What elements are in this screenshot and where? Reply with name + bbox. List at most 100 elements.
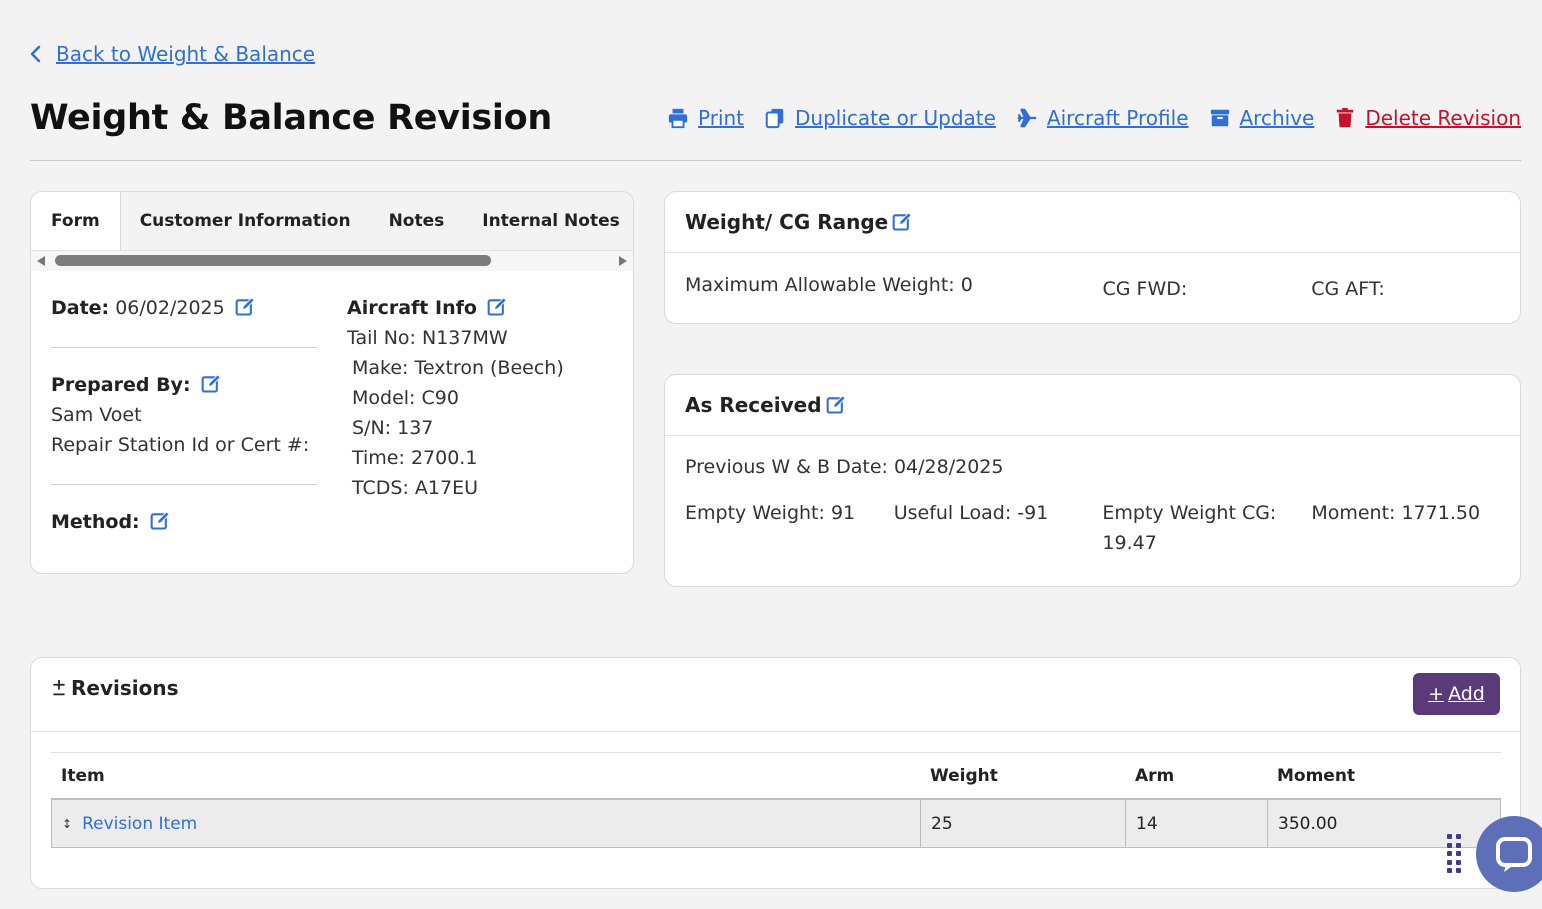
prepared-by-field: Prepared By: [51, 370, 317, 400]
edit-icon[interactable] [826, 395, 846, 415]
aircraft-profile-button[interactable]: Aircraft Profile [1016, 106, 1189, 130]
edit-icon[interactable] [892, 212, 912, 232]
tab-bar: Form Customer Information Notes Internal… [31, 192, 633, 251]
received-values-row: Empty Weight: 91 Useful Load: -91 Empty … [665, 478, 1520, 558]
plus-icon: + [1428, 683, 1445, 705]
prepared-by-label: Prepared By: [51, 374, 191, 396]
edit-icon[interactable] [201, 374, 221, 394]
column-header-weight[interactable]: Weight [920, 766, 1125, 786]
revisions-card: Revisions + Add Item Weight Arm Moment ↕… [30, 657, 1521, 889]
duplicate-button[interactable]: Duplicate or Update [764, 106, 996, 130]
tab-customer-information[interactable]: Customer Information [121, 192, 370, 250]
column-header-moment[interactable]: Moment [1267, 766, 1501, 786]
cg-fwd: CG FWD: [1102, 278, 1188, 300]
plus-minus-icon [53, 680, 65, 696]
received-moment: Moment: 1771.50 [1311, 502, 1481, 524]
cg-aft: CG AFT: [1311, 278, 1385, 300]
scrollbar-thumb[interactable] [55, 255, 491, 266]
empty-weight-cg: Empty Weight CG: 19.47 [1102, 502, 1277, 554]
archive-label: Archive [1239, 106, 1315, 130]
action-bar: Print Duplicate or Update Aircraft Profi… [667, 106, 1521, 130]
drag-handle-icon[interactable]: ↕ [62, 817, 72, 831]
print-button[interactable]: Print [667, 106, 744, 130]
header-divider [30, 160, 1521, 161]
add-label: Add [1448, 683, 1485, 705]
as-received-card: As Received Previous W & B Date: 04/28/2… [664, 374, 1521, 587]
tab-scrollbar[interactable] [31, 251, 633, 271]
aircraft-time: Time: 2700.1 [352, 447, 478, 469]
date-field: Date: 06/02/2025 [51, 293, 317, 323]
revisions-title-label: Revisions [71, 676, 179, 700]
form-body: Date: 06/02/2025 Prepared By: Sam Voet R… [31, 271, 633, 537]
method-label: Method: [51, 511, 140, 533]
weight-cg-range-header: Weight/ CG Range [665, 192, 1520, 253]
aircraft-profile-label: Aircraft Profile [1046, 106, 1189, 130]
row-item-cell: ↕ Revision Item [52, 800, 921, 847]
aircraft-serial: S/N: 137 [352, 417, 434, 439]
revisions-title[interactable]: Revisions [51, 676, 179, 700]
previous-wb-date: Previous W & B Date: 04/28/2025 [685, 456, 1004, 478]
aircraft-make: Make: Textron (Beech) [352, 357, 564, 379]
revisions-header: Revisions + Add [31, 658, 1520, 732]
add-revision-button[interactable]: + Add [1413, 673, 1500, 715]
tab-notes[interactable]: Notes [370, 192, 464, 250]
duplicate-label: Duplicate or Update [795, 106, 996, 130]
date-value: 06/02/2025 [115, 297, 225, 319]
aircraft-tcds: TCDS: A17EU [352, 477, 478, 499]
airplane-icon [1017, 108, 1037, 128]
weight-cg-range-title: Weight/ CG Range [685, 210, 889, 234]
range-values-row: Maximum Allowable Weight: 0 CG FWD: CG A… [665, 253, 1520, 304]
edit-icon[interactable] [487, 297, 507, 317]
page-title: Weight & Balance Revision [30, 98, 552, 138]
tab-form[interactable]: Form [31, 192, 121, 250]
chat-icon [1496, 837, 1532, 872]
empty-weight: Empty Weight: 91 [685, 502, 856, 524]
aircraft-info-header: Aircraft Info [347, 293, 564, 323]
edit-icon[interactable] [235, 297, 255, 317]
scroll-right-icon[interactable] [619, 256, 627, 266]
chat-button[interactable] [1476, 816, 1542, 892]
form-left-column: Date: 06/02/2025 Prepared By: Sam Voet R… [51, 293, 317, 537]
max-allowable-weight: Maximum Allowable Weight: 0 [685, 274, 973, 296]
weight-cg-range-card: Weight/ CG Range Maximum Allowable Weigh… [664, 191, 1521, 324]
tab-internal-notes[interactable]: Internal Notes [463, 192, 633, 250]
archive-box-icon [1210, 109, 1229, 127]
as-received-title: As Received [685, 393, 822, 417]
form-card: Form Customer Information Notes Internal… [30, 191, 634, 574]
revisions-table: Item Weight Arm Moment ↕ Revision Item 2… [51, 752, 1501, 848]
row-arm-cell: 14 [1126, 800, 1268, 847]
row-weight-cell: 25 [921, 800, 1126, 847]
trash-icon [1337, 107, 1354, 128]
grip-handle-icon[interactable] [1447, 834, 1463, 874]
delete-revision-label: Delete Revision [1365, 106, 1521, 130]
print-label: Print [698, 106, 745, 130]
useful-load: Useful Load: -91 [893, 502, 1049, 524]
back-link-label: Back to Weight & Balance [56, 42, 316, 66]
form-divider [51, 484, 317, 485]
form-divider [51, 347, 317, 348]
aircraft-info-column: Aircraft Info Tail No: N137MW Make: Text… [347, 293, 564, 537]
column-header-item[interactable]: Item [51, 766, 920, 786]
tab-strip: Customer Information Notes Internal Note… [120, 192, 633, 250]
table-row[interactable]: ↕ Revision Item 25 14 350.00 [51, 800, 1501, 848]
as-received-header: As Received [665, 375, 1520, 436]
edit-icon[interactable] [150, 511, 170, 531]
row-moment-cell: 350.00 [1278, 813, 1338, 834]
delete-revision-button[interactable]: Delete Revision [1334, 106, 1521, 130]
tail-number: Tail No: N137MW [347, 327, 508, 349]
table-header: Item Weight Arm Moment [51, 752, 1501, 800]
revision-item-link[interactable]: Revision Item [82, 814, 197, 834]
copy-icon [765, 108, 784, 129]
repair-station-label: Repair Station Id or Cert #: [51, 434, 310, 456]
scroll-left-icon[interactable] [37, 256, 45, 266]
method-field: Method: [51, 507, 317, 537]
column-header-arm[interactable]: Arm [1125, 766, 1267, 786]
date-label: Date: [51, 297, 110, 319]
archive-button[interactable]: Archive [1209, 106, 1315, 130]
aircraft-info-label: Aircraft Info [347, 297, 477, 319]
aircraft-model: Model: C90 [352, 387, 459, 409]
prepared-by-name: Sam Voet [51, 404, 142, 426]
back-link[interactable]: Back to Weight & Balance [28, 42, 315, 66]
printer-icon [668, 108, 688, 129]
chevron-left-icon [30, 45, 41, 63]
